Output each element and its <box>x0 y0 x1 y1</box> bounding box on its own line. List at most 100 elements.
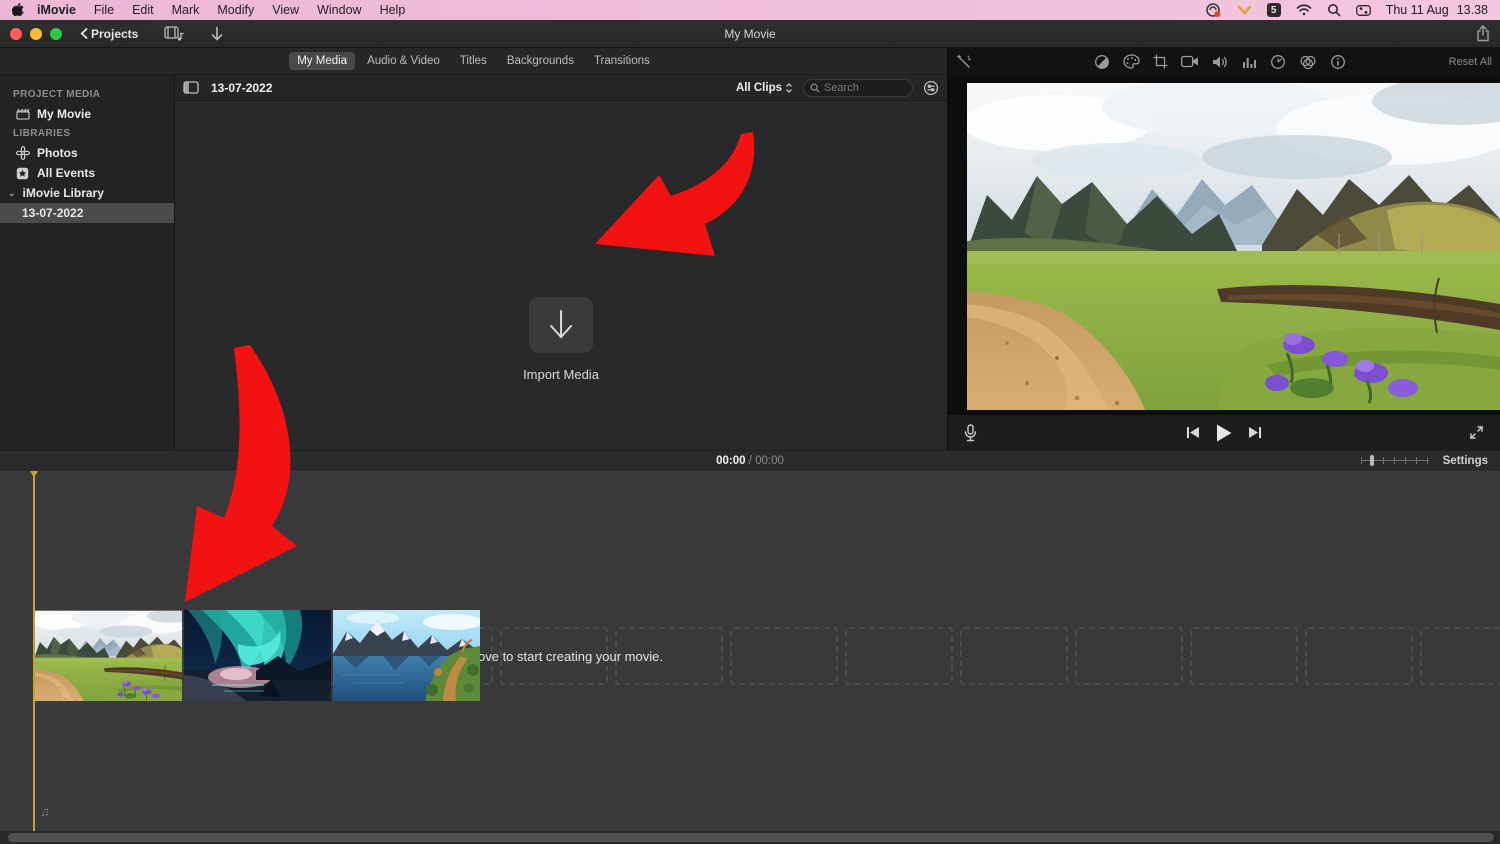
zoom-button[interactable] <box>50 28 62 40</box>
timeline[interactable]: ove to start creating your movie. ♫ <box>0 471 1500 831</box>
timeline-clip-valley[interactable] <box>35 610 182 701</box>
chevron-left-icon <box>80 28 88 39</box>
media-browser-header: 13-07-2022 All Clips <box>175 75 947 101</box>
total-time: 00:00 <box>755 455 784 467</box>
minimize-button[interactable] <box>30 28 42 40</box>
sidebar-item-all-events[interactable]: All Events <box>0 163 174 183</box>
clock-time: 13.38 <box>1457 3 1488 17</box>
window-controls <box>10 28 62 40</box>
timeline-clip-lake[interactable] <box>333 610 480 701</box>
chevron-down-icon[interactable] <box>1237 5 1252 16</box>
html5-icon[interactable]: 5 <box>1267 3 1281 17</box>
effects-filter-icon[interactable] <box>1299 55 1317 69</box>
apple-menu-icon[interactable] <box>12 3 24 17</box>
viewer-stage <box>948 75 1500 415</box>
menu-modify[interactable]: Modify <box>208 3 263 17</box>
workspace: My Media Audio & Video Titles Background… <box>0 48 1500 450</box>
timeline-zoom-slider[interactable] <box>1361 455 1429 466</box>
spotlight-search-icon[interactable] <box>1327 3 1341 17</box>
zoom-slider-thumb[interactable] <box>1370 455 1374 466</box>
tab-audio-video[interactable]: Audio & Video <box>359 52 448 70</box>
import-media-label: Import Media <box>523 367 599 382</box>
menu-window[interactable]: Window <box>308 3 370 17</box>
equalizer-icon[interactable] <box>1242 55 1257 69</box>
reset-all-button[interactable]: Reset All <box>1449 56 1492 68</box>
timeline-placeholder <box>1420 627 1500 685</box>
viewer-pane: Reset All <box>948 48 1500 450</box>
media-browser-toggle-icon[interactable] <box>164 26 184 42</box>
menu-file[interactable]: File <box>85 3 123 17</box>
clip-thumbnail-lake <box>333 610 480 701</box>
bottom-scrollbar-thumb[interactable] <box>8 833 1494 842</box>
playhead-handle[interactable] <box>30 471 38 478</box>
play-icon[interactable] <box>1216 424 1232 442</box>
tab-backgrounds[interactable]: Backgrounds <box>499 52 582 70</box>
sidebar-item-imovie-library[interactable]: ⌄ iMovie Library <box>0 183 174 203</box>
search-input[interactable] <box>824 82 906 94</box>
tab-transitions[interactable]: Transitions <box>586 52 658 70</box>
menu-edit[interactable]: Edit <box>123 3 163 17</box>
projects-back-button[interactable]: Projects <box>80 27 138 41</box>
control-center-icon[interactable] <box>1356 5 1371 16</box>
clip-filter-dropdown[interactable]: All Clips <box>736 82 793 94</box>
search-field[interactable] <box>803 79 913 97</box>
clip-appearance-icon[interactable] <box>923 80 939 96</box>
timeline-placeholder <box>1075 627 1183 685</box>
time-display: 00:00 / 00:00 <box>0 455 1500 467</box>
speed-gauge-icon[interactable] <box>1270 54 1286 70</box>
share-icon[interactable] <box>1476 25 1490 42</box>
color-correction-icon[interactable] <box>1123 54 1140 69</box>
screen-recorder-icon[interactable] <box>1205 3 1222 18</box>
video-preview[interactable] <box>967 83 1500 410</box>
menu-help[interactable]: Help <box>371 3 415 17</box>
timeline-clips <box>35 610 480 701</box>
photos-icon <box>15 146 30 160</box>
microphone-icon[interactable] <box>964 424 977 442</box>
updown-chevron-icon <box>785 82 793 94</box>
sidebar-item-my-movie[interactable]: My Movie <box>0 104 174 124</box>
timeline-clip-aurora[interactable] <box>184 610 331 701</box>
timeline-hint-text: ove to start creating your movie. <box>478 649 663 664</box>
volume-icon[interactable] <box>1212 55 1229 69</box>
menubar-clock[interactable]: Thu 11 Aug 13.38 <box>1386 3 1488 17</box>
close-button[interactable] <box>10 28 22 40</box>
search-icon <box>810 83 820 93</box>
window-titlebar: Projects My Movie <box>0 20 1500 48</box>
clapperboard-icon <box>15 108 30 120</box>
info-icon[interactable] <box>1330 54 1346 70</box>
fullscreen-icon[interactable] <box>1469 425 1484 440</box>
auto-enhance-wand-icon[interactable] <box>956 54 972 70</box>
timeline-settings-button[interactable]: Settings <box>1443 455 1488 467</box>
skip-back-icon[interactable] <box>1186 426 1200 439</box>
projects-back-label: Projects <box>91 27 138 41</box>
menu-view[interactable]: View <box>263 3 308 17</box>
panel-collapse-icon[interactable] <box>183 81 199 94</box>
viewer-toolbar: Reset All <box>948 48 1500 75</box>
current-time: 00:00 <box>716 455 745 467</box>
playhead[interactable] <box>33 471 35 831</box>
crop-icon[interactable] <box>1153 54 1168 69</box>
sidebar-item-event-date[interactable]: 13-07-2022 <box>0 203 174 223</box>
media-browser: 13-07-2022 All Clips <box>175 75 947 450</box>
menu-app-name[interactable]: iMovie <box>28 3 85 17</box>
playback-controls <box>948 415 1500 450</box>
menu-mark[interactable]: Mark <box>163 3 209 17</box>
skip-forward-icon[interactable] <box>1248 426 1262 439</box>
import-media-button[interactable] <box>529 297 593 353</box>
star-square-icon <box>15 167 30 180</box>
sidebar-label-my-movie: My Movie <box>37 107 91 121</box>
tab-titles[interactable]: Titles <box>452 52 495 70</box>
tab-my-media[interactable]: My Media <box>289 52 355 70</box>
music-note-icon: ♫ <box>40 804 50 819</box>
disclosure-chevron-icon[interactable]: ⌄ <box>8 188 16 199</box>
libraries-sidebar: PROJECT MEDIA My Movie LIBRARIES Photos <box>0 75 175 450</box>
left-region: My Media Audio & Video Titles Background… <box>0 48 948 450</box>
color-balance-icon[interactable] <box>1094 54 1110 70</box>
preview-landscape-image <box>967 83 1500 410</box>
sidebar-item-photos[interactable]: Photos <box>0 143 174 163</box>
media-tabs-bar: My Media Audio & Video Titles Background… <box>0 48 947 75</box>
stabilization-camera-icon[interactable] <box>1181 55 1199 68</box>
wifi-icon[interactable] <box>1296 4 1312 16</box>
import-arrow-icon[interactable] <box>210 26 224 42</box>
timeline-toolbar: 00:00 / 00:00 Settings <box>0 450 1500 471</box>
